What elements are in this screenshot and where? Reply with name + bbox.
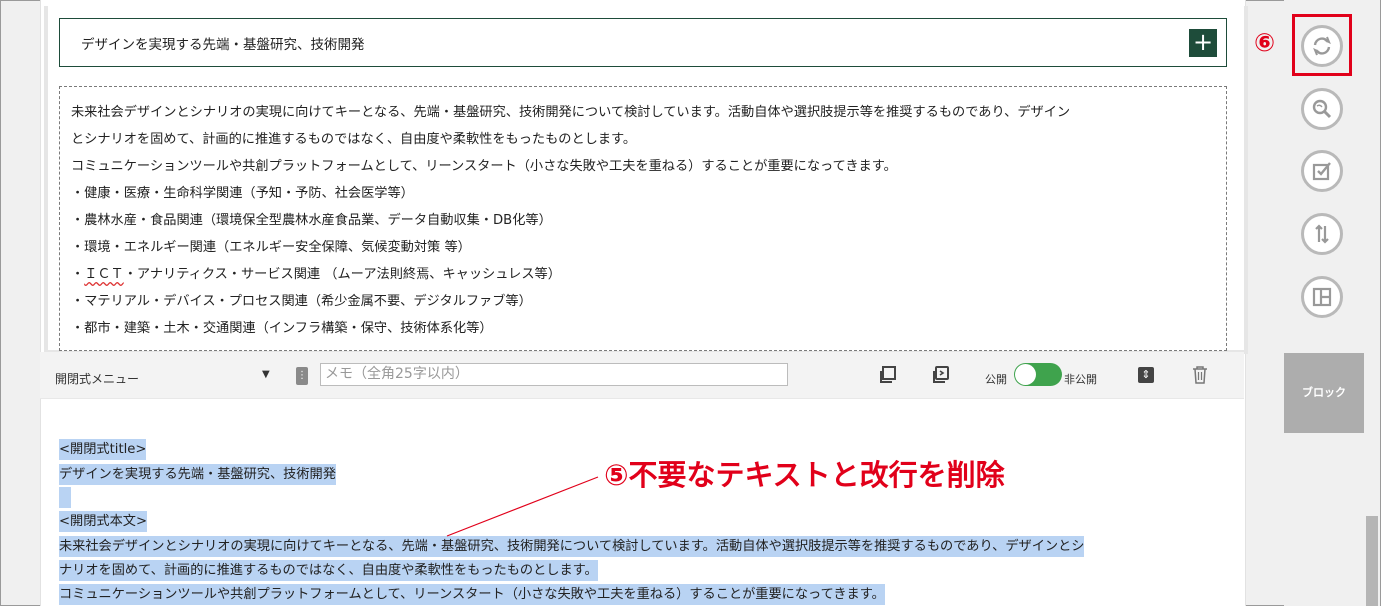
annotation-highlight-box: [1292, 14, 1352, 76]
sort-button[interactable]: [1301, 213, 1343, 255]
annotation-step6: ⑥: [1254, 28, 1276, 57]
checklist-icon: [1312, 162, 1331, 181]
layout-button[interactable]: [1301, 276, 1343, 318]
preview-button[interactable]: [1301, 88, 1343, 130]
block-tab[interactable]: ブロック: [1284, 353, 1364, 433]
annotation-step5: ⑤不要なテキストと改行を削除: [604, 458, 1005, 492]
right-rail: [1284, 0, 1364, 606]
sort-icon: [1315, 224, 1329, 244]
check-button[interactable]: [1301, 150, 1343, 192]
layout-icon: [1312, 287, 1332, 307]
zoom-icon: [1312, 99, 1332, 119]
annotation-pointer-line: [446, 476, 599, 537]
scrollbar-thumb[interactable]: [1366, 516, 1378, 606]
